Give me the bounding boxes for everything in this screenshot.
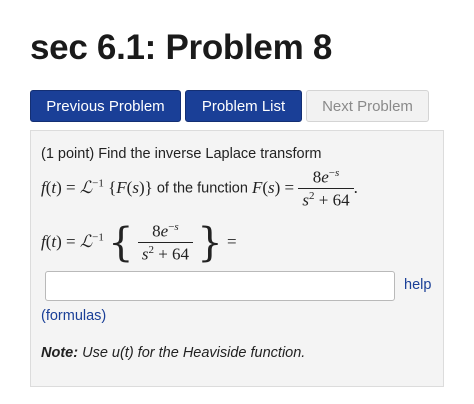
problem-list-button[interactable]: Problem List <box>185 90 302 122</box>
answer-equation: f(t) = ℒ−1 { 8e−s s2 + 64 } = <box>41 221 237 264</box>
page-title: sec 6.1: Problem 8 <box>30 28 332 67</box>
function-definition: F(s) = 8e−s s2 + 64. <box>251 167 358 210</box>
heaviside-note: Note: Use u(t) for the Heaviside functio… <box>41 345 305 361</box>
answer-fraction: 8e−s s2 + 64 <box>137 221 194 264</box>
answer-expression: f(t) = ℒ−1 { 8e−s s2 + 64 } = <box>41 219 237 266</box>
previous-problem-button[interactable]: Previous Problem <box>30 90 181 122</box>
problem-panel: (1 point) Find the inverse Laplace trans… <box>30 130 444 387</box>
formulas-link[interactable]: (formulas) <box>41 308 106 324</box>
note-label: Note: <box>41 345 79 361</box>
next-problem-button: Next Problem <box>306 90 429 122</box>
help-link[interactable]: help <box>404 277 431 293</box>
problem-statement-equation: f(t) = ℒ−1 {F(s)} of the function F(s) =… <box>41 167 358 210</box>
mid-text: of the function <box>156 180 248 197</box>
problem-intro: (1 point) Find the inverse Laplace trans… <box>41 146 322 162</box>
left-brace: { <box>108 219 134 266</box>
note-text: Use u(t) for the Heaviside function. <box>82 345 306 361</box>
inverse-laplace-expression: f(t) = ℒ−1 {F(s)} <box>41 176 153 197</box>
function-fraction: 8e−s s2 + 64 <box>298 167 354 210</box>
right-brace: } <box>197 219 223 266</box>
answer-input[interactable] <box>45 271 395 301</box>
